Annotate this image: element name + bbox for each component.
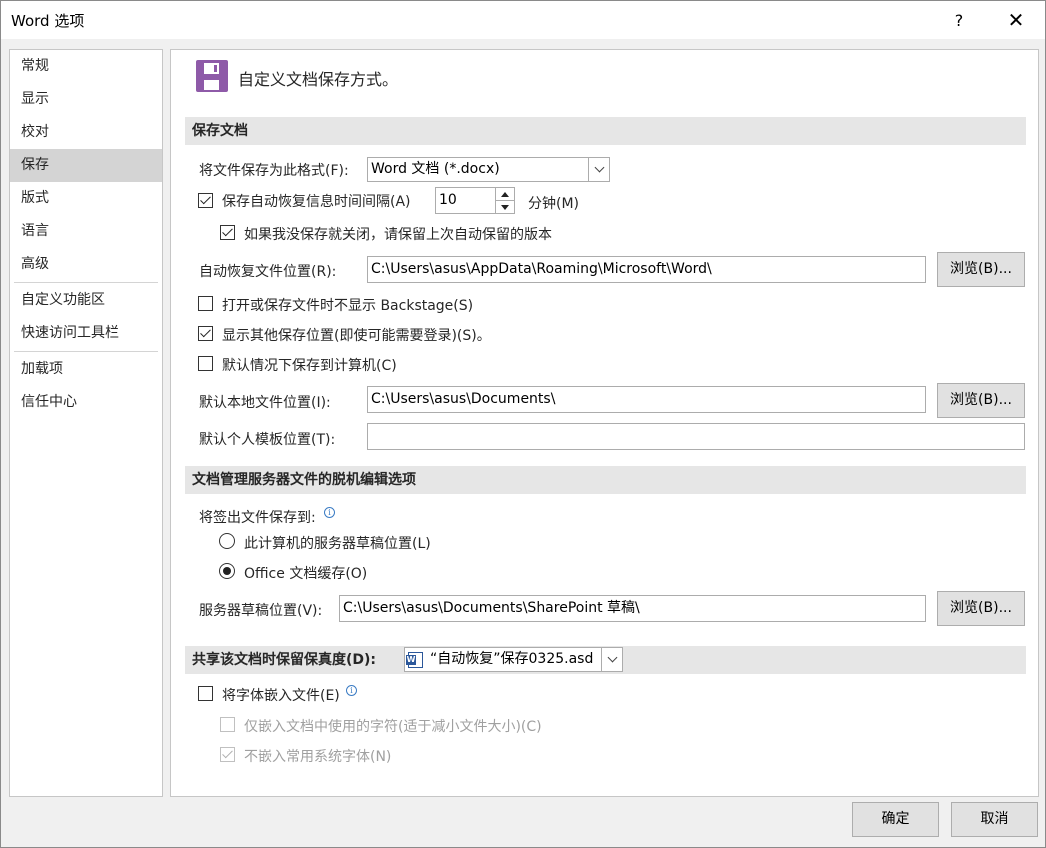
save-format-select[interactable]: Word 文档 (*.docx) [367,157,610,182]
save-to-computer-label: 默认情况下保存到计算机(C) [222,358,397,374]
sidebar-item-layout[interactable]: 版式 [10,182,162,215]
chevron-down-icon[interactable] [601,648,622,671]
browse-local-button[interactable]: 浏览(B)... [937,383,1025,418]
info-icon: i [324,507,335,518]
autorecover-minutes-input[interactable]: 10 [435,187,497,214]
fidelity-document-select[interactable]: “自动恢复”保存0325.asd [404,647,623,672]
local-location-input[interactable]: C:\Users\asus\Documents\ [367,386,926,413]
sidebar: 常规 显示 校对 保存 版式 语言 高级 自定义功能区 快速访问工具栏 加载项 … [9,49,163,797]
help-button[interactable]: ? [936,1,982,39]
word-document-icon [406,652,423,668]
autorecover-location-label: 自动恢复文件位置(R): [199,264,337,280]
sidebar-item-save[interactable]: 保存 [10,149,162,182]
autorecover-label: 保存自动恢复信息时间间隔(A) [222,194,411,210]
section-header-save-documents: 保存文档 [185,117,1026,145]
office-cache-radio[interactable] [219,563,235,579]
embed-used-chars-checkbox[interactable] [220,717,235,732]
embed-used-chars-label: 仅嵌入文档中使用的字符(适于减小文件大小)(C) [244,719,542,735]
fidelity-document-value: “自动恢复”保存0325.asd [430,651,594,667]
sidebar-item-general[interactable]: 常规 [10,50,162,83]
spin-up-icon[interactable] [496,188,514,201]
no-backstage-label: 打开或保存文件时不显示 Backstage(S) [222,298,474,314]
dialog-title: Word 选项 [11,12,85,30]
server-drafts-location-label: 服务器草稿位置(V): [199,603,323,619]
keep-last-version-label: 如果我没保存就关闭，请保留上次自动保留的版本 [244,227,552,243]
save-checked-out-label: 将签出文件保存到: [199,510,316,526]
section-header-offline-editing: 文档管理服务器文件的脱机编辑选项 [185,466,1026,494]
save-to-computer-checkbox[interactable] [198,356,213,371]
sidebar-item-quick-access-toolbar[interactable]: 快速访问工具栏 [10,317,162,350]
page-title: 自定义文档保存方式。 [238,70,399,89]
spin-down-icon[interactable] [496,201,514,213]
word-options-dialog: Word 选项 ? ✕ 常规 显示 校对 保存 版式 语言 高级 自定义功能区 … [0,0,1046,848]
close-button[interactable]: ✕ [993,1,1039,39]
save-format-value: Word 文档 (*.docx) [371,161,500,177]
sidebar-item-customize-ribbon[interactable]: 自定义功能区 [10,284,162,317]
sidebar-item-language[interactable]: 语言 [10,215,162,248]
info-icon: i [346,685,357,696]
browse-autorecover-button[interactable]: 浏览(B)... [937,252,1025,287]
office-cache-radio-label: Office 文档缓存(O) [244,566,368,582]
ok-button[interactable]: 确定 [852,802,939,837]
title-bar: Word 选项 ? ✕ [1,1,1045,39]
sidebar-item-proofing[interactable]: 校对 [10,116,162,149]
floppy-disk-icon [196,60,228,92]
minutes-spinner[interactable] [495,187,515,214]
local-location-label: 默认本地文件位置(I): [199,395,331,411]
browse-server-drafts-button[interactable]: 浏览(B)... [937,591,1025,626]
sidebar-item-advanced[interactable]: 高级 [10,248,162,281]
sidebar-item-add-ins[interactable]: 加载项 [10,353,162,386]
template-location-input[interactable] [367,423,1025,450]
show-other-locations-label: 显示其他保存位置(即使可能需要登录)(S)。 [222,328,491,344]
show-other-locations-checkbox[interactable] [198,326,213,341]
server-drafts-radio-label: 此计算机的服务器草稿位置(L) [244,536,431,552]
no-common-fonts-checkbox[interactable] [220,747,235,762]
save-format-label: 将文件保存为此格式(F): [199,163,349,179]
no-backstage-checkbox[interactable] [198,296,213,311]
save-settings-panel: 自定义文档保存方式。 保存文档 将文件保存为此格式(F): Word 文档 (*… [170,49,1039,797]
sidebar-divider [14,282,158,283]
embed-fonts-label: 将字体嵌入文件(E) [222,688,340,704]
template-location-label: 默认个人模板位置(T): [199,432,336,448]
server-drafts-location-input[interactable]: C:\Users\asus\Documents\SharePoint 草稿\ [339,595,926,622]
sidebar-divider [14,351,158,352]
server-drafts-radio[interactable] [219,533,235,549]
keep-last-version-checkbox[interactable] [220,225,235,240]
minutes-label: 分钟(M) [528,196,580,212]
sidebar-item-display[interactable]: 显示 [10,83,162,116]
autorecover-location-input[interactable]: C:\Users\asus\AppData\Roaming\Microsoft\… [367,256,926,283]
cancel-button[interactable]: 取消 [951,802,1038,837]
no-common-fonts-label: 不嵌入常用系统字体(N) [244,749,392,765]
autorecover-checkbox[interactable] [198,193,213,208]
embed-fonts-checkbox[interactable] [198,686,213,701]
chevron-down-icon[interactable] [588,158,609,181]
sidebar-item-trust-center[interactable]: 信任中心 [10,386,162,419]
